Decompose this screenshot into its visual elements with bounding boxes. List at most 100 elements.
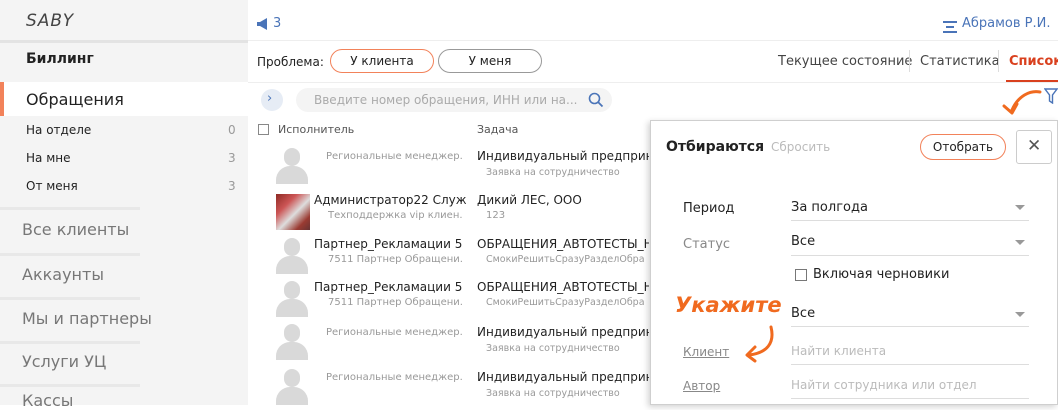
sidebar-item-ca-services[interactable]: Услуги УЦ	[22, 352, 106, 371]
client-link[interactable]: Клиент	[683, 345, 729, 359]
close-icon: ✕	[1027, 136, 1042, 156]
select-all-checkbox[interactable]	[258, 124, 269, 135]
row-task-sub: СмокиРешитьСразуРазделОбра	[486, 297, 645, 308]
row-subtitle: Региональные менеджер...	[326, 327, 462, 338]
table-row[interactable]: Региональные менеджер... Индивидуальный …	[248, 363, 649, 409]
avatar-placeholder	[276, 238, 308, 274]
sidebar-item-kassy[interactable]: Кассы	[22, 391, 73, 410]
expand-button[interactable]: ›	[261, 89, 283, 111]
divider	[0, 384, 140, 387]
apply-button[interactable]: Отобрать	[920, 134, 1006, 160]
column-executor[interactable]: Исполнитель	[278, 123, 354, 136]
annotation-text: Укажите	[675, 293, 782, 317]
column-task[interactable]: Задача	[477, 123, 518, 136]
table-row[interactable]: Региональные менеджер... Индивидуальный …	[248, 142, 649, 188]
filter-me-pill[interactable]: У меня	[438, 49, 542, 73]
filter-panel: Отбираются Сбросить Отобрать ✕ Период За…	[650, 120, 1058, 405]
sidebar: SABY Биллинг Обращения На отделе 0 На мн…	[0, 0, 248, 410]
third-value: Все	[791, 306, 816, 321]
period-label: Период	[683, 201, 735, 216]
row-task-sub: 123	[486, 210, 506, 221]
counter: 3	[228, 179, 236, 193]
avatar-placeholder	[276, 281, 308, 317]
row-task: Индивидуальный предприним	[477, 325, 649, 339]
status-label: Статус	[683, 237, 731, 252]
counter: 3	[228, 151, 236, 165]
counter: 0	[228, 123, 236, 137]
table-row[interactable]: Администратор22 Служ... Техподдержка vip…	[248, 188, 648, 234]
sidebar-subitem-from-me[interactable]: От меня	[26, 179, 78, 193]
chevron-down-icon	[1015, 205, 1025, 210]
row-subtitle: 7511 Партнер Обращени...	[328, 254, 462, 265]
row-task-sub: СмокиРешитьСразуРазделОбра	[486, 254, 645, 265]
row-subtitle: Региональные менеджер...	[326, 372, 462, 383]
third-select[interactable]: Все	[791, 301, 1029, 327]
avatar-placeholder	[276, 369, 308, 405]
list-filter-icon	[943, 18, 957, 33]
tab-list[interactable]: Список	[1006, 52, 1058, 82]
reset-link[interactable]: Сбросить	[771, 140, 830, 154]
search-input[interactable]: Введите номер обращения, ИНН или на...	[296, 88, 612, 112]
row-subtitle: 7511 Партнер Обращени...	[328, 297, 462, 308]
client-placeholder: Найти клиента	[791, 344, 887, 358]
chevron-down-icon	[1015, 240, 1025, 245]
notification-count[interactable]: 3	[273, 16, 281, 31]
sidebar-item-label: Обращения	[26, 90, 124, 109]
avatar-placeholder	[276, 148, 308, 184]
annotation-arrow-icon	[733, 323, 781, 367]
tab-current-state[interactable]: Текущее состояние	[778, 54, 912, 69]
table-row[interactable]: Партнер_Рекламации 5 7511 Партнер Обраще…	[248, 232, 649, 278]
divider	[248, 40, 1058, 41]
row-task-sub: Заявка на сотрудничество	[486, 167, 620, 178]
period-value: За полгода	[791, 200, 868, 215]
row-task-sub: Заявка на сотрудничество	[486, 388, 620, 399]
filter-title: Отбираются	[666, 139, 765, 155]
divider	[0, 341, 140, 344]
avatar-photo	[276, 194, 310, 230]
user-name[interactable]: Абрамов Р.И.	[962, 16, 1051, 31]
status-value: Все	[791, 234, 816, 249]
sidebar-subitem-department[interactable]: На отделе	[26, 123, 91, 137]
close-button[interactable]: ✕	[1016, 130, 1052, 164]
drafts-label: Включая черновики	[813, 267, 950, 282]
table-row[interactable]: Региональные менеджер... Индивидуальный …	[248, 318, 649, 364]
row-task-sub: Заявка на сотрудничество	[486, 343, 620, 354]
sidebar-subitem-me[interactable]: На мне	[26, 151, 70, 165]
row-name: Партнер_Рекламации 5	[314, 280, 463, 294]
chevron-right-icon: ›	[267, 91, 273, 106]
row-name: Администратор22 Служ...	[314, 193, 466, 207]
search-icon[interactable]	[588, 92, 604, 108]
table-row[interactable]: Партнер_Рекламации 5 7511 Партнер Обраще…	[248, 275, 649, 321]
row-task: ОБРАЩЕНИЯ_АВТОТЕСТЫ_Н	[477, 237, 649, 251]
tab-separator	[998, 50, 999, 72]
drafts-checkbox[interactable]	[795, 269, 807, 281]
author-input[interactable]: Найти сотрудника или отдел	[791, 373, 1029, 399]
sidebar-item-partners[interactable]: Мы и партнеры	[22, 309, 152, 328]
author-link[interactable]: Автор	[683, 379, 720, 393]
annotation-arrow-icon	[1000, 86, 1048, 118]
author-placeholder: Найти сотрудника или отдел	[791, 378, 977, 392]
tab-separator	[909, 50, 910, 72]
divider	[248, 82, 1058, 83]
megaphone-icon[interactable]	[256, 16, 270, 30]
app-logo[interactable]: SABY	[26, 11, 74, 31]
row-task: Индивидуальный предприним	[477, 370, 649, 384]
tab-statistics[interactable]: Статистика	[920, 54, 1000, 69]
filter-client-pill[interactable]: У клиента	[330, 49, 434, 73]
divider	[0, 207, 140, 210]
section-title[interactable]: Биллинг	[26, 51, 94, 67]
client-input[interactable]: Найти клиента	[791, 339, 1029, 365]
sidebar-item-accounts[interactable]: Аккаунты	[22, 265, 104, 284]
row-task: Индивидуальный предприним	[477, 149, 649, 163]
row-task: Дикий ЛЕС, ООО	[477, 193, 582, 207]
status-select[interactable]: Все	[791, 230, 1029, 256]
divider	[0, 40, 248, 43]
chevron-down-icon	[1015, 312, 1025, 317]
row-task: ОБРАЩЕНИЯ_АВТОТЕСТЫ_Н	[477, 280, 649, 294]
divider	[0, 253, 140, 256]
period-select[interactable]: За полгода	[791, 195, 1029, 221]
search-placeholder: Введите номер обращения, ИНН или на...	[314, 93, 578, 107]
sidebar-item-obrascheniya[interactable]: Обращения	[0, 82, 248, 116]
sidebar-item-all-clients[interactable]: Все клиенты	[22, 220, 129, 239]
tab-list-label: Список	[1009, 54, 1058, 69]
